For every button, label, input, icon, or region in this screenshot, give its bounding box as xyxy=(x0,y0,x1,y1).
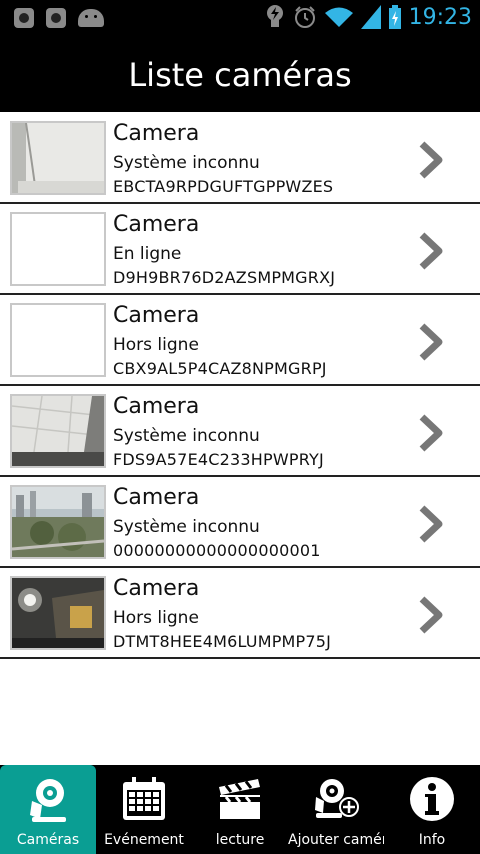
camera-row[interactable]: Camera Système inconnu 00000000000000000… xyxy=(0,477,480,568)
camera-status: Hors ligne xyxy=(113,608,199,628)
page-title: Liste caméras xyxy=(128,56,352,94)
chevron-right-icon[interactable] xyxy=(416,505,444,543)
bottom-tab-bar: Caméras Evénement lecture Ajouter camér … xyxy=(0,765,480,854)
info-icon xyxy=(410,777,454,821)
camera-thumbnail xyxy=(10,576,106,650)
camera-row[interactable]: Camera En ligne D9H9BR76D2AZSMPMGRXJ xyxy=(0,204,480,295)
tab-label: Info xyxy=(418,832,446,848)
clapperboard-icon xyxy=(219,779,260,819)
camera-info: Camera Hors ligne CBX9AL5P4CAZ8NPMGRPJ xyxy=(113,303,327,379)
camera-status: Hors ligne xyxy=(113,335,199,355)
add-camera-icon xyxy=(315,779,359,818)
camera-list: Camera Système inconnu EBCTA9RPDGUFTGPPW… xyxy=(0,113,480,659)
calendar-icon xyxy=(123,777,165,820)
tab-playback[interactable]: lecture xyxy=(192,765,288,854)
camera-id: 00000000000000000001 xyxy=(113,541,321,560)
tab-add-camera[interactable]: Ajouter camér xyxy=(288,765,384,854)
camera-id: EBCTA9RPDGUFTGPPWZES xyxy=(113,177,334,196)
camera-status: Système inconnu xyxy=(113,153,260,173)
status-bar: 19:23 xyxy=(0,0,480,38)
status-bar-left xyxy=(14,8,104,28)
bulb-icon xyxy=(266,5,283,27)
camera-name: Camera xyxy=(113,212,200,237)
camera-info: Camera Hors ligne DTMT8HEE4M6LUMPMP75J xyxy=(113,576,331,652)
camera-info: Camera Système inconnu 00000000000000000… xyxy=(113,485,321,561)
android-icon xyxy=(78,9,104,27)
chevron-right-icon[interactable] xyxy=(416,596,444,634)
clock: 19:23 xyxy=(408,4,472,30)
camera-name: Camera xyxy=(113,394,200,419)
camera-status: Système inconnu xyxy=(113,426,260,446)
camera-thumbnail xyxy=(10,303,106,377)
chevron-right-icon[interactable] xyxy=(416,232,444,270)
alarm-icon xyxy=(294,6,315,28)
camera-thumbnail xyxy=(10,121,106,195)
camera-thumbnail xyxy=(10,485,106,559)
camera-id: FDS9A57E4C233HPWPRYJ xyxy=(113,450,324,469)
tab-label: lecture xyxy=(215,832,265,848)
camera-row[interactable]: Camera Système inconnu FDS9A57E4C233HPWP… xyxy=(0,386,480,477)
tab-label: Caméras xyxy=(16,832,80,848)
camera-name: Camera xyxy=(113,485,200,510)
tab-info[interactable]: Info xyxy=(384,765,480,854)
camera-status: Système inconnu xyxy=(113,517,260,537)
chevron-right-icon[interactable] xyxy=(416,141,444,179)
camera-thumbnail xyxy=(10,394,106,468)
camera-icon xyxy=(30,779,66,822)
camera-name: Camera xyxy=(113,121,200,146)
tab-events[interactable]: Evénement xyxy=(96,765,192,854)
notification-icon xyxy=(46,8,66,28)
camera-info: Camera En ligne D9H9BR76D2AZSMPMGRXJ xyxy=(113,212,335,288)
chevron-right-icon[interactable] xyxy=(416,323,444,361)
status-bar-right: 19:23 xyxy=(265,4,472,30)
camera-info: Camera Système inconnu EBCTA9RPDGUFTGPPW… xyxy=(113,121,333,197)
title-bar: Liste caméras xyxy=(0,38,480,112)
camera-row[interactable]: Camera Système inconnu EBCTA9RPDGUFTGPPW… xyxy=(0,113,480,204)
camera-id: D9H9BR76D2AZSMPMGRXJ xyxy=(113,268,336,287)
camera-row[interactable]: Camera Hors ligne CBX9AL5P4CAZ8NPMGRPJ xyxy=(0,295,480,386)
camera-id: DTMT8HEE4M6LUMPMP75J xyxy=(113,632,332,651)
chevron-right-icon[interactable] xyxy=(416,414,444,452)
tab-label: Ajouter camér xyxy=(288,832,384,848)
camera-name: Camera xyxy=(113,303,200,328)
wifi-icon xyxy=(324,7,353,27)
camera-thumbnail xyxy=(10,212,106,286)
camera-info: Camera Système inconnu FDS9A57E4C233HPWP… xyxy=(113,394,324,470)
camera-name: Camera xyxy=(113,576,200,601)
signal-icon xyxy=(360,5,381,29)
camera-row[interactable]: Camera Hors ligne DTMT8HEE4M6LUMPMP75J xyxy=(0,568,480,659)
camera-status: En ligne xyxy=(113,244,182,264)
tab-label: Evénement xyxy=(104,832,184,848)
notification-icon xyxy=(14,8,34,28)
tab-cameras[interactable]: Caméras xyxy=(0,765,96,854)
camera-id: CBX9AL5P4CAZ8NPMGRPJ xyxy=(113,359,327,378)
battery-charging-icon xyxy=(388,5,401,29)
